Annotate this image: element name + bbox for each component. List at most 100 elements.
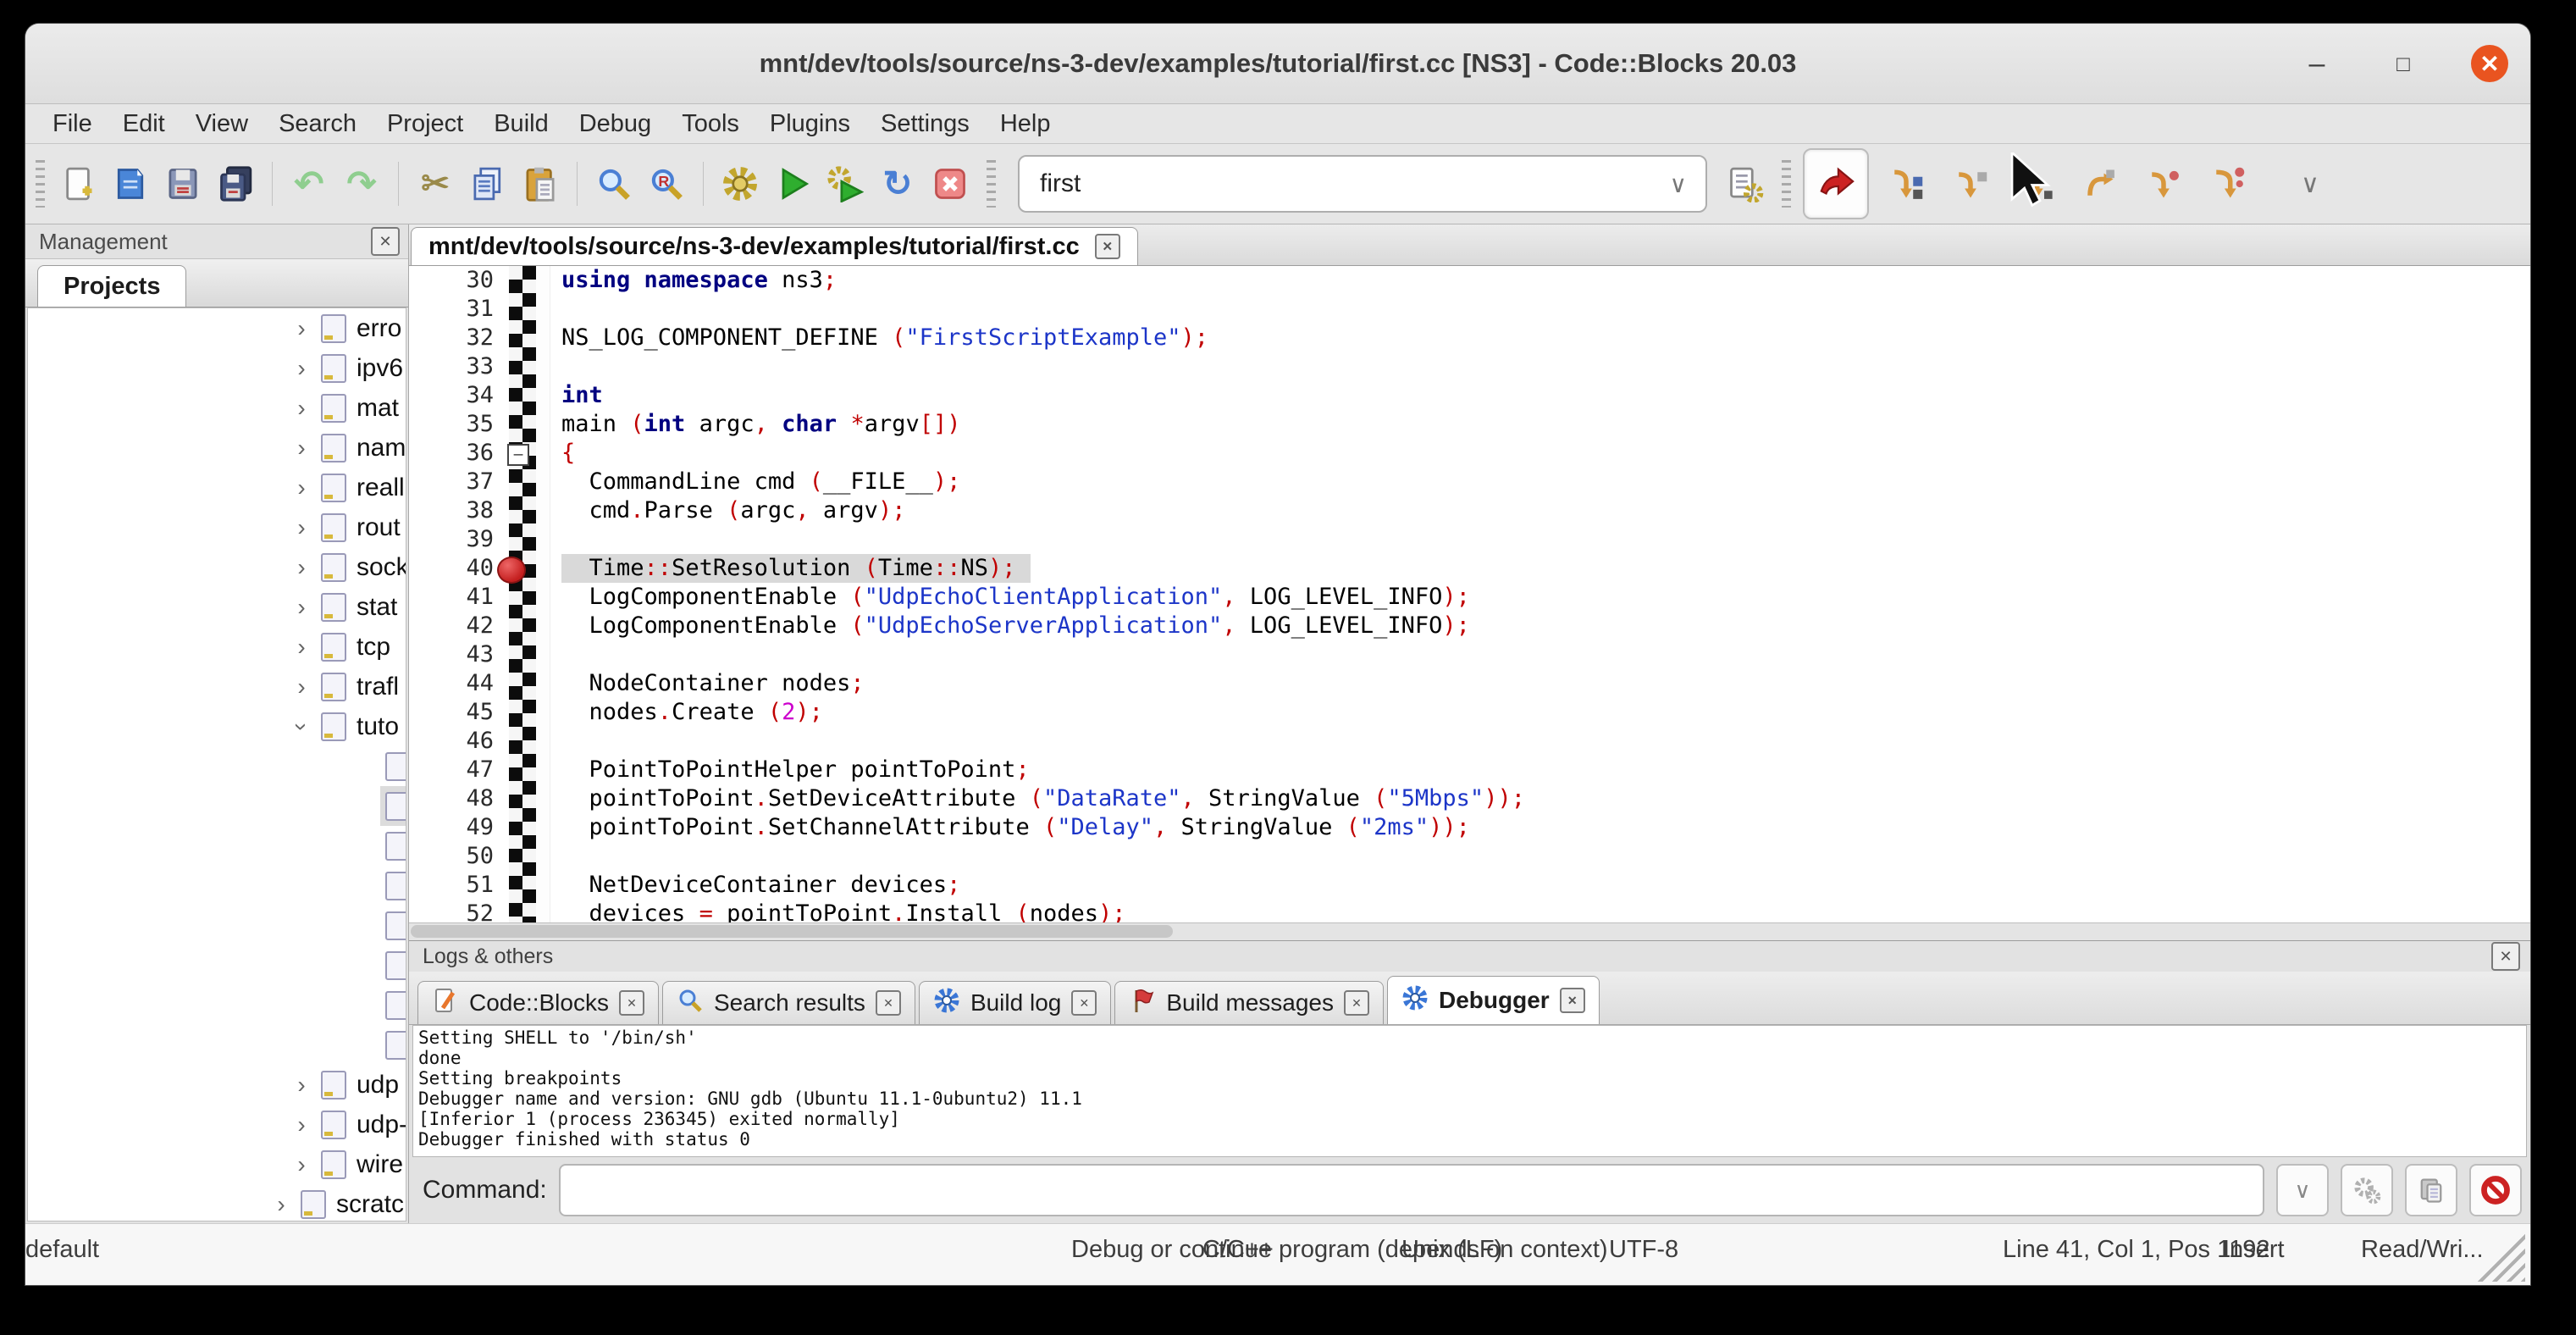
line-number[interactable]: 38: [409, 496, 494, 525]
line-number[interactable]: 44: [409, 669, 494, 698]
debugger-tools-icon[interactable]: [2341, 1164, 2393, 1216]
rebuild-icon[interactable]: ↻: [876, 162, 920, 206]
tree-item-si[interactable]: si: [28, 985, 406, 1025]
line-number[interactable]: 46: [409, 727, 494, 756]
step-into-icon[interactable]: [2013, 162, 2057, 206]
chevron-right-icon[interactable]: ›: [287, 634, 316, 661]
line-number[interactable]: 41: [409, 583, 494, 612]
tree-item-wire[interactable]: ›wire: [28, 1144, 406, 1184]
line-number[interactable]: 35: [409, 410, 494, 439]
menu-build[interactable]: Build: [478, 104, 564, 143]
chevron-right-icon[interactable]: ›: [287, 315, 316, 342]
chevron-right-icon[interactable]: ›: [287, 514, 316, 541]
line-number[interactable]: 32: [409, 324, 494, 352]
tree-item-ipv6[interactable]: ›ipv6: [28, 348, 406, 388]
tab-projects[interactable]: Projects: [37, 265, 186, 307]
chevron-down-icon[interactable]: ∨: [1670, 170, 1706, 198]
chevron-right-icon[interactable]: ›: [288, 712, 315, 741]
tree-item-fo[interactable]: fo: [28, 826, 406, 866]
line-number[interactable]: 50: [409, 842, 494, 871]
chevron-right-icon[interactable]: ›: [287, 435, 316, 462]
line-number[interactable]: 47: [409, 756, 494, 784]
paste-icon[interactable]: [518, 162, 562, 206]
search-input[interactable]: first: [1020, 169, 1670, 198]
chevron-right-icon[interactable]: ›: [287, 395, 316, 422]
toolbar-overflow-chevron-icon[interactable]: ∨: [2301, 169, 2319, 199]
management-close-icon[interactable]: ✕: [371, 227, 400, 256]
tree-item-nam[interactable]: ›nam: [28, 428, 406, 468]
menu-debug[interactable]: Debug: [564, 104, 666, 143]
tree-item-stat[interactable]: ›stat: [28, 587, 406, 627]
logs-close-icon[interactable]: ✕: [2491, 942, 2520, 971]
menu-plugins[interactable]: Plugins: [755, 104, 865, 143]
line-number[interactable]: 37: [409, 468, 494, 496]
code-editor[interactable]: 30using namespace ns3;3132NS_LOG_COMPONE…: [409, 266, 2530, 922]
tree-item-reall[interactable]: ›reall: [28, 468, 406, 507]
chevron-right-icon[interactable]: ›: [287, 1072, 316, 1099]
save-icon[interactable]: [161, 162, 205, 206]
copy-icon[interactable]: [466, 162, 510, 206]
maximize-button[interactable]: □: [2385, 45, 2422, 82]
stop-icon[interactable]: [2469, 1164, 2522, 1216]
chevron-right-icon[interactable]: ›: [287, 594, 316, 621]
line-number[interactable]: 31: [409, 295, 494, 324]
logs-tab-build-log[interactable]: Build log✕: [919, 981, 1111, 1024]
menu-tools[interactable]: Tools: [666, 104, 755, 143]
chevron-right-icon[interactable]: ›: [267, 1191, 296, 1218]
logs-tab-debugger[interactable]: Debugger✕: [1387, 976, 1600, 1024]
tree-item-se[interactable]: se: [28, 906, 406, 945]
line-number[interactable]: 33: [409, 352, 494, 381]
tab-close-icon[interactable]: ✕: [1560, 988, 1585, 1013]
tree-item-fir[interactable]: fir: [28, 786, 406, 826]
breakpoint-marker[interactable]: [497, 557, 526, 584]
tree-item-udp-[interactable]: ›udp-: [28, 1105, 406, 1144]
step-out-icon[interactable]: [2077, 162, 2121, 206]
tree-item-mat[interactable]: ›mat: [28, 388, 406, 428]
editor-tab-close-icon[interactable]: ✕: [1095, 234, 1120, 259]
find-replace-icon[interactable]: R: [644, 162, 688, 206]
menu-view[interactable]: View: [180, 104, 263, 143]
next-instruction-icon[interactable]: [2142, 162, 2186, 206]
minimize-button[interactable]: –: [2298, 45, 2336, 82]
menu-file[interactable]: File: [37, 104, 108, 143]
line-number[interactable]: 34: [409, 381, 494, 410]
copy-contents-icon[interactable]: [2405, 1164, 2457, 1216]
tree-item-tuto[interactable]: ›tuto: [28, 706, 406, 746]
find-icon[interactable]: [592, 162, 636, 206]
save-all-icon[interactable]: [213, 162, 257, 206]
chevron-right-icon[interactable]: ›: [287, 474, 316, 501]
fold-collapse-icon[interactable]: –: [507, 444, 529, 466]
next-line-icon[interactable]: [1949, 162, 1993, 206]
menu-project[interactable]: Project: [372, 104, 478, 143]
open-file-icon[interactable]: [108, 162, 152, 206]
command-input[interactable]: [559, 1164, 2264, 1216]
logs-tab-search-results[interactable]: Search results✕: [662, 981, 915, 1024]
toolbar-grip2[interactable]: [1782, 160, 1791, 208]
build-target-icon[interactable]: [1723, 162, 1767, 206]
tab-close-icon[interactable]: ✕: [619, 990, 644, 1016]
tree-item-erro[interactable]: ›erro: [28, 308, 406, 348]
run-icon[interactable]: [771, 162, 815, 206]
chevron-right-icon[interactable]: ›: [287, 1111, 316, 1138]
tab-close-icon[interactable]: ✕: [1071, 990, 1097, 1016]
line-number[interactable]: 30: [409, 266, 494, 295]
build-and-run-icon[interactable]: [823, 162, 867, 206]
debug-toolbar-grip[interactable]: [987, 160, 996, 208]
chevron-right-icon[interactable]: ›: [287, 1151, 316, 1178]
line-number[interactable]: 42: [409, 612, 494, 640]
editor-horizontal-scrollbar[interactable]: [409, 922, 2530, 940]
compile-icon[interactable]: [718, 162, 762, 206]
tree-item-fif[interactable]: fif: [28, 746, 406, 786]
logs-tab-code-blocks[interactable]: Code::Blocks✕: [417, 981, 659, 1024]
line-number[interactable]: 36: [409, 439, 494, 468]
debug-continue-button[interactable]: [1803, 148, 1869, 219]
menu-edit[interactable]: Edit: [108, 104, 180, 143]
redo-icon[interactable]: ↷: [340, 162, 384, 206]
line-number[interactable]: 51: [409, 871, 494, 900]
editor-tab-first-cc[interactable]: mnt/dev/tools/source/ns-3-dev/examples/t…: [411, 227, 1138, 265]
step-into-instruction-icon[interactable]: [2206, 162, 2250, 206]
line-number[interactable]: 45: [409, 698, 494, 727]
menu-settings[interactable]: Settings: [865, 104, 985, 143]
line-number[interactable]: 40: [409, 554, 494, 583]
tree-item-rout[interactable]: ›rout: [28, 507, 406, 547]
